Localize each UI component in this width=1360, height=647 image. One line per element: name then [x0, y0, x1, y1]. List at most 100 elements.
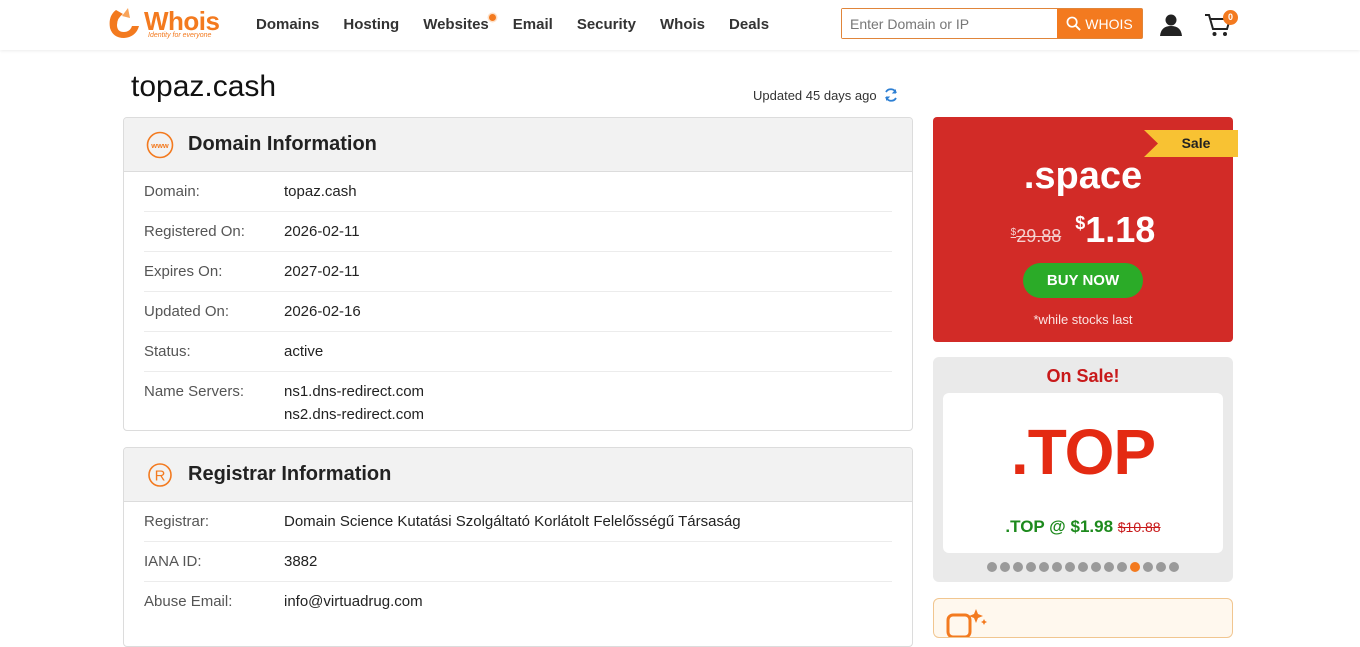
name-server-2: ns2.dns-redirect.com	[284, 406, 425, 423]
carousel-dot[interactable]	[987, 562, 997, 572]
domain-search-input[interactable]	[842, 9, 1057, 38]
nav-hosting[interactable]: Hosting	[343, 16, 399, 33]
slide-tld: .TOP	[1010, 416, 1156, 488]
nav-security[interactable]: Security	[577, 16, 636, 33]
slide-old-price: $10.88	[1117, 519, 1161, 535]
promo-prices: $29.88 $1.18	[933, 209, 1233, 251]
row-value: active	[284, 343, 324, 360]
slide-price-text: .TOP @ $1.98	[1005, 517, 1114, 536]
www-globe-icon: www	[146, 131, 174, 159]
carousel-dot[interactable]	[1026, 562, 1036, 572]
row-label: Domain:	[144, 183, 200, 200]
row-label: Expires On:	[144, 263, 223, 280]
promo-tld: .space	[1023, 155, 1143, 197]
table-row: Domain: topaz.cash	[144, 172, 892, 212]
row-label: Registrar:	[144, 513, 210, 530]
carousel-dot[interactable]	[1169, 562, 1179, 572]
carousel-dot[interactable]	[1104, 562, 1114, 572]
carousel-dot[interactable]	[1013, 562, 1023, 572]
row-label: IANA ID:	[144, 553, 202, 570]
old-price-value: 29.88	[1016, 226, 1062, 246]
table-row: IANA ID: 3882	[144, 542, 892, 582]
whois-search-label: WHOIS	[1085, 15, 1133, 32]
carousel-dot[interactable]	[1117, 562, 1127, 572]
table-row: Expires On: 2027-02-11	[144, 252, 892, 292]
row-value: 2026-02-11	[284, 223, 360, 240]
carousel-dot[interactable]	[1143, 562, 1153, 572]
stock-note: *while stocks last	[1033, 312, 1133, 327]
updated-status: Updated 45 days ago	[753, 87, 899, 103]
carousel-dot[interactable]	[1000, 562, 1010, 572]
domain-information-card: www Domain Information Domain: topaz.cas…	[123, 117, 913, 431]
carousel-slide[interactable]: .TOP .TOP @ $1.98 $10.88	[943, 393, 1223, 553]
svg-text:www: www	[150, 141, 169, 150]
row-value: Domain Science Kutatási Szolgáltató Korl…	[284, 513, 741, 530]
registrar-information-card: R Registrar Information Registrar: Domai…	[123, 447, 913, 647]
registrar-information-rows: Registrar: Domain Science Kutatási Szolg…	[124, 502, 912, 621]
svg-text:b: b	[120, 19, 128, 34]
carousel-dots	[933, 562, 1233, 572]
logo[interactable]: b Whois Identity for everyone	[106, 6, 220, 42]
sale-ribbon: Sale	[1144, 130, 1238, 157]
nav-domains[interactable]: Domains	[256, 16, 319, 33]
row-value: 2027-02-11	[284, 263, 360, 280]
name-server-1: ns1.dns-redirect.com	[284, 383, 425, 400]
table-row: Updated On: 2026-02-16	[144, 292, 892, 332]
nav-whois[interactable]: Whois	[660, 16, 705, 33]
carousel-dot[interactable]	[1052, 562, 1062, 572]
new-price: $1.18	[1075, 209, 1155, 251]
nav-deals[interactable]: Deals	[729, 16, 769, 33]
new-price-currency: $	[1075, 213, 1086, 233]
new-price-value: 1.18	[1085, 209, 1156, 250]
top-sale-carousel: On Sale! .TOP .TOP @ $1.98 $10.88	[933, 357, 1233, 582]
svg-text:R: R	[155, 467, 166, 484]
name-servers-value: ns1.dns-redirect.com ns2.dns-redirect.co…	[284, 382, 424, 425]
row-label: Updated On:	[144, 303, 230, 320]
registrar-information-title: Registrar Information	[188, 463, 392, 485]
table-row: Registered On: 2026-02-11	[144, 212, 892, 252]
table-row: Name Servers: ns1.dns-redirect.com ns2.d…	[144, 372, 892, 430]
slide-price: .TOP @ $1.98 $10.88	[943, 517, 1223, 537]
row-label: Registered On:	[144, 223, 245, 240]
user-account-icon[interactable]	[1159, 13, 1183, 37]
main-nav: Domains Hosting Websites Email Security …	[256, 0, 793, 48]
domain-information-title: Domain Information	[188, 133, 377, 155]
carousel-dot[interactable]	[1078, 562, 1088, 572]
carousel-dot[interactable]	[1039, 562, 1049, 572]
buy-now-button[interactable]: BUY NOW	[1023, 263, 1143, 298]
old-price: $29.88	[1011, 226, 1062, 247]
sparkle-tag-icon	[946, 609, 987, 637]
new-indicator-dot	[488, 13, 496, 21]
page-title: topaz.cash	[131, 70, 277, 103]
row-value: 3882	[284, 553, 318, 570]
carousel-dot[interactable]	[1156, 562, 1166, 572]
search-icon	[1066, 16, 1081, 31]
space-sale-promo: Sale .space $29.88 $1.18 BUY NOW *while …	[933, 117, 1238, 342]
registrar-information-header: R Registrar Information	[124, 448, 912, 502]
refresh-icon[interactable]	[883, 87, 899, 103]
row-value: topaz.cash	[284, 183, 357, 200]
whois-search-button[interactable]: WHOIS	[1057, 9, 1142, 38]
row-value: info@virtuadrug.com	[284, 593, 423, 610]
carousel-dot[interactable]	[1130, 562, 1140, 572]
row-label: Name Servers:	[144, 383, 245, 400]
table-row: Abuse Email: info@virtuadrug.com	[144, 582, 892, 621]
row-label: Status:	[144, 343, 191, 360]
bottom-promo-card	[933, 598, 1233, 638]
registered-trademark-icon: R	[146, 461, 174, 489]
carousel-dot[interactable]	[1065, 562, 1075, 572]
nav-email[interactable]: Email	[513, 16, 553, 33]
cart-count-badge: 0	[1223, 10, 1238, 25]
updated-text: Updated 45 days ago	[753, 87, 877, 103]
domain-information-rows: Domain: topaz.cash Registered On: 2026-0…	[124, 172, 912, 430]
carousel-title: On Sale!	[1046, 366, 1120, 386]
table-row: Registrar: Domain Science Kutatási Szolg…	[144, 502, 892, 542]
nav-websites[interactable]: Websites	[423, 13, 496, 33]
nav-websites-label: Websites	[423, 15, 489, 33]
search-bar: WHOIS	[841, 8, 1143, 39]
row-value: 2026-02-16	[284, 303, 361, 320]
domain-information-header: www Domain Information	[124, 118, 912, 172]
carousel-dot[interactable]	[1091, 562, 1101, 572]
site-header: b Whois Identity for everyone Domains Ho…	[0, 0, 1360, 50]
row-label: Abuse Email:	[144, 593, 233, 610]
